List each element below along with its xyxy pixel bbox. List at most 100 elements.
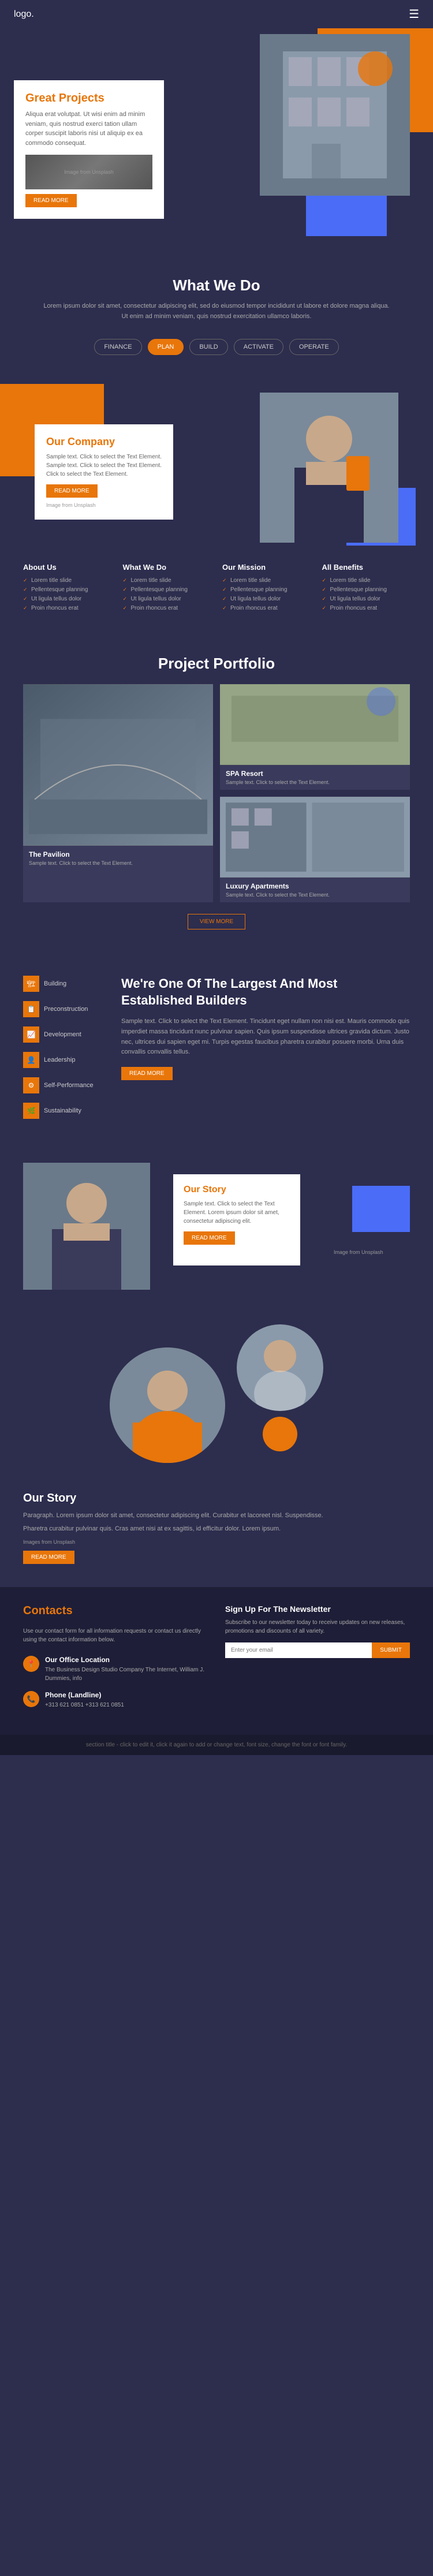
nav-menu-icon[interactable]: ☰ xyxy=(409,7,419,21)
circle-image-medium xyxy=(237,1324,323,1411)
footer-bar: section title - click to edit it, click … xyxy=(0,1735,433,1755)
company-text: Sample text. Click to select the Text El… xyxy=(46,453,162,479)
circle-person-large-svg xyxy=(110,1347,225,1463)
list-item: Ut ligula tellus dolor xyxy=(322,596,410,602)
contact-office-row: 📍 Our Office Location The Business Desig… xyxy=(23,1656,208,1683)
list-item: Pellentesque planning xyxy=(123,587,211,593)
portfolio-card-pavilion[interactable]: The Pavilion Sample text. Click to selec… xyxy=(23,684,213,902)
list-item: Lorem title slide xyxy=(322,577,410,584)
newsletter-title: Sign Up For The Newsletter xyxy=(225,1604,410,1614)
list-item: Pellentesque planning xyxy=(23,587,111,593)
story2-paragraph2: Pharetra curabitur pulvinar quis. Cras a… xyxy=(23,1524,410,1534)
nav-logo: logo. xyxy=(14,9,34,20)
story1-section: Our Story Sample text. Click to select t… xyxy=(0,1151,433,1301)
contacts-grid: Contacts Use our contact form for all in… xyxy=(23,1604,410,1718)
phone-title: Phone (Landline) xyxy=(45,1691,124,1699)
portfolio-pavilion-label: The Pavilion Sample text. Click to selec… xyxy=(23,846,213,871)
portfolio-grid: The Pavilion Sample text. Click to selec… xyxy=(23,684,410,902)
newsletter-submit-button[interactable]: SUBMIT xyxy=(372,1642,410,1658)
what-we-do-section: What We Do Lorem ipsum dolor sit amet, c… xyxy=(0,248,433,384)
sidebar-item-self-performance[interactable]: ⚙ Self-Performance xyxy=(23,1077,104,1093)
portfolio-spa-image xyxy=(220,684,410,765)
list-item: Proin rhoncus erat xyxy=(123,605,211,611)
builders-sidebar: 🏗 Building 📋 Preconstruction 📈 Developme… xyxy=(23,976,104,1128)
col-about-us-list: Lorem title slide Pellentesque planning … xyxy=(23,577,111,611)
circle-image-large xyxy=(110,1347,225,1463)
col-what-we-do: What We Do Lorem title slide Pellentesqu… xyxy=(123,563,211,614)
orange-circle-decoration xyxy=(263,1417,297,1451)
col-our-mission-title: Our Mission xyxy=(222,563,311,572)
sidebar-leadership-label: Leadership xyxy=(44,1056,75,1063)
navbar: logo. ☰ xyxy=(0,0,433,28)
story-person-svg xyxy=(23,1163,150,1290)
tab-finance[interactable]: FINANCE xyxy=(94,339,141,355)
story2-paragraph1: Paragraph. Lorem ipsum dolor sit amet, c… xyxy=(23,1511,410,1521)
contacts-left: Contacts Use our contact form for all in… xyxy=(23,1604,208,1718)
col-our-mission-list: Lorem title slide Pellentesque planning … xyxy=(222,577,311,611)
office-address: The Business Design Studio Company The I… xyxy=(45,1666,208,1683)
location-icon: 📍 xyxy=(23,1656,39,1672)
company-image-ref: Image from Unsplash xyxy=(46,502,162,508)
hero-card-image: Image from Unsplash xyxy=(25,155,152,189)
sidebar-item-development[interactable]: 📈 Development xyxy=(23,1026,104,1043)
contacts-note: Use our contact form for all information… xyxy=(23,1627,208,1644)
circles-right-group xyxy=(237,1324,323,1463)
col-what-we-do-list: Lorem title slide Pellentesque planning … xyxy=(123,577,211,611)
col-our-mission: Our Mission Lorem title slide Pellentesq… xyxy=(222,563,311,614)
what-we-do-tabs: FINANCE PLAN BUILD ACTIVATE OPERATE xyxy=(23,339,410,355)
list-item: Proin rhoncus erat xyxy=(23,605,111,611)
office-title: Our Office Location xyxy=(45,1656,208,1664)
sidebar-item-leadership[interactable]: 👤 Leadership xyxy=(23,1052,104,1068)
tab-build[interactable]: BUILD xyxy=(189,339,227,355)
portfolio-apartments-label: Luxury Apartments Sample text. Click to … xyxy=(220,878,410,902)
hero-building-image xyxy=(260,34,410,196)
portfolio-pavilion-image xyxy=(23,684,213,846)
company-image xyxy=(260,393,398,543)
company-read-more-button[interactable]: READ MORE xyxy=(46,484,98,498)
portfolio-apartments-title: Luxury Apartments xyxy=(226,882,404,890)
builders-read-more-button[interactable]: READ MORE xyxy=(121,1067,173,1080)
portfolio-pavilion-title: The Pavilion xyxy=(29,850,207,858)
portfolio-card-apartments[interactable]: Luxury Apartments Sample text. Click to … xyxy=(220,797,410,902)
contacts-section: Contacts Use our contact form for all in… xyxy=(0,1587,433,1735)
story1-image-ref: Image from Unsplash xyxy=(334,1249,433,1255)
portfolio-card-spa[interactable]: SPA Resort Sample text. Click to select … xyxy=(220,684,410,790)
portfolio-spa-desc: Sample text. Click to select the Text El… xyxy=(226,779,404,785)
contact-office-text: Our Office Location The Business Design … xyxy=(45,1656,208,1683)
story1-text: Sample text. Click to select the Text El… xyxy=(184,1200,290,1226)
story2-title: Our Story xyxy=(23,1492,410,1505)
col-all-benefits: All Benefits Lorem title slide Pellentes… xyxy=(322,563,410,614)
contacts-title: Contacts xyxy=(23,1604,208,1618)
company-card: Our Company Sample text. Click to select… xyxy=(35,424,173,520)
self-performance-icon: ⚙ xyxy=(23,1077,39,1093)
contact-phone-text: Phone (Landline) +313 621 0851 +313 621 … xyxy=(45,1691,124,1709)
portfolio-apartments-desc: Sample text. Click to select the Text El… xyxy=(226,892,404,898)
development-icon: 📈 xyxy=(23,1026,39,1043)
circles-section xyxy=(0,1301,433,1474)
sidebar-item-building[interactable]: 🏗 Building xyxy=(23,976,104,992)
preconstruction-icon: 📋 xyxy=(23,1001,39,1017)
list-item: Ut ligula tellus dolor xyxy=(23,596,111,602)
portfolio-apartments-image xyxy=(220,797,410,878)
story-blue-decoration xyxy=(352,1186,410,1232)
story2-read-more-button[interactable]: READ MORE xyxy=(23,1551,74,1564)
tab-activate[interactable]: ACTIVATE xyxy=(234,339,283,355)
col-about-us: About Us Lorem title slide Pellentesque … xyxy=(23,563,111,614)
sidebar-item-sustainability[interactable]: 🌿 Sustainability xyxy=(23,1103,104,1119)
hero-read-more-button[interactable]: READ MORE xyxy=(25,194,77,207)
col-what-we-do-title: What We Do xyxy=(123,563,211,572)
company-title: Our Company xyxy=(46,436,162,448)
what-we-do-text: Lorem ipsum dolor sit amet, consectetur … xyxy=(43,301,390,322)
sidebar-item-preconstruction[interactable]: 📋 Preconstruction xyxy=(23,1001,104,1017)
spa-svg xyxy=(220,684,410,765)
tab-plan[interactable]: PLAN xyxy=(148,339,184,355)
tab-operate[interactable]: OPERATE xyxy=(289,339,339,355)
newsletter-email-input[interactable] xyxy=(225,1642,372,1658)
list-item: Ut ligula tellus dolor xyxy=(222,596,311,602)
story1-read-more-button[interactable]: READ MORE xyxy=(184,1231,235,1245)
list-item: Lorem title slide xyxy=(222,577,311,584)
sidebar-self-performance-label: Self-Performance xyxy=(44,1082,94,1089)
list-item: Pellentesque planning xyxy=(322,587,410,593)
portfolio-section: Project Portfolio The Pavilion Sample te… xyxy=(0,632,433,953)
view-more-button[interactable]: VIEW MORE xyxy=(188,914,245,929)
